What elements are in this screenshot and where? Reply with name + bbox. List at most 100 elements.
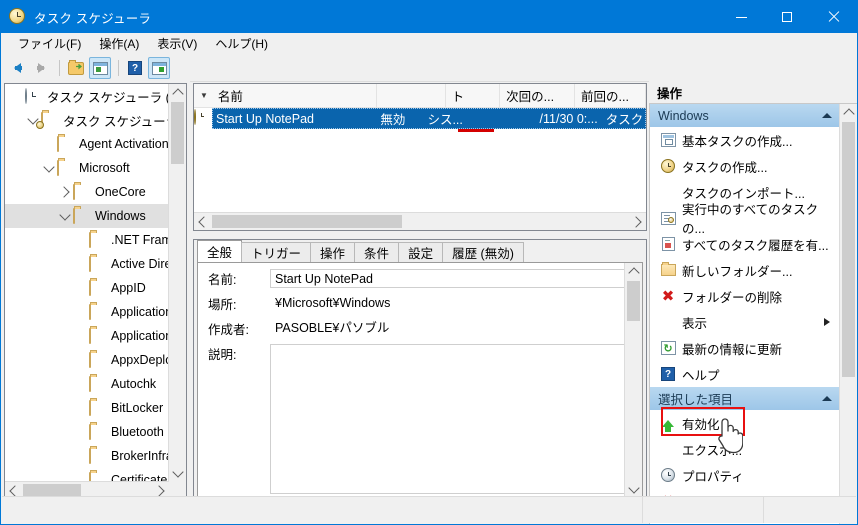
detail-scroll-up-icon[interactable] bbox=[625, 263, 642, 280]
folder-icon bbox=[89, 400, 106, 416]
action-item-0-5[interactable]: 新しいフォルダー... bbox=[650, 257, 840, 283]
tree-node-16[interactable]: CertificateSe bbox=[5, 468, 169, 482]
show-action-pane-button[interactable] bbox=[148, 57, 170, 79]
detail-tab-content: 名前: Start Up NotePad 場所: ¥Microsoft¥Windows… bbox=[197, 262, 643, 516]
tree-node-label: Agent Activation R bbox=[79, 137, 169, 151]
task-list-column-3[interactable]: 次回の... bbox=[500, 84, 576, 107]
field-value[interactable]: Start Up NotePad bbox=[270, 269, 625, 288]
action-item-0-1[interactable]: タスクの作成... bbox=[650, 153, 840, 179]
task-detail-pane: 全般 トリガー 操作 条件 設定 履歴 (無効) 名前: Start Up NotePad 場… bbox=[193, 239, 647, 520]
forward-button[interactable] bbox=[30, 57, 52, 79]
action-item-1-2[interactable]: プロパティ bbox=[650, 462, 840, 488]
menu-action[interactable]: 操作(A) bbox=[90, 33, 148, 55]
field-label: 名前: bbox=[208, 273, 237, 287]
action-item-label: 有効化 bbox=[682, 417, 720, 432]
menu-file[interactable]: ファイル(F) bbox=[9, 33, 90, 55]
minimize-button[interactable] bbox=[718, 1, 764, 33]
action-item-0-3[interactable]: 実行中のすべてのタスクの... bbox=[650, 203, 840, 236]
task-list-view[interactable]: ▼ 名前 ト 次回の... 前回の... Start Up NotePad 無効 シス...… bbox=[193, 83, 647, 231]
folder-icon bbox=[89, 256, 106, 272]
task-list-header[interactable]: ▼ 名前 ト 次回の... 前回の... bbox=[194, 84, 646, 108]
tree-node-15[interactable]: BrokerInfras bbox=[5, 444, 169, 468]
list-hscroll-thumb[interactable] bbox=[212, 215, 402, 228]
up-folder-button[interactable] bbox=[65, 57, 87, 79]
folder-icon bbox=[89, 280, 106, 296]
task-next-run-cell bbox=[472, 108, 539, 129]
chevron-down-icon[interactable] bbox=[41, 160, 57, 174]
list-scroll-right-icon[interactable] bbox=[629, 213, 646, 230]
show-console-tree-button[interactable] bbox=[89, 57, 111, 79]
tree-node-1[interactable]: タスク スケジューラ ライブラ bbox=[5, 108, 169, 132]
tree-node-5[interactable]: Windows bbox=[5, 204, 169, 228]
triangle-up-icon[interactable] bbox=[822, 396, 832, 401]
detail-vertical-scrollbar[interactable] bbox=[624, 263, 642, 498]
tree-node-4[interactable]: OneCore bbox=[5, 180, 169, 204]
actions-group-header-0[interactable]: Windows bbox=[650, 104, 840, 127]
tree-node-7[interactable]: Active Direc bbox=[5, 252, 169, 276]
tree-node-3[interactable]: Microsoft bbox=[5, 156, 169, 180]
tree-node-8[interactable]: AppID bbox=[5, 276, 169, 300]
status-underline-marker bbox=[458, 129, 494, 132]
back-button[interactable] bbox=[6, 57, 28, 79]
detail-tab-bar[interactable]: 全般 トリガー 操作 条件 設定 履歴 (無効) bbox=[194, 240, 646, 262]
actions-scroll-up-icon[interactable] bbox=[840, 104, 857, 121]
maximize-button[interactable] bbox=[764, 1, 810, 33]
task-list-column-1[interactable] bbox=[377, 84, 446, 107]
tab-4[interactable]: 設定 bbox=[398, 242, 444, 262]
tree-scroll-thumb[interactable] bbox=[171, 102, 184, 164]
action-item-1-0[interactable]: 有効化 bbox=[650, 410, 840, 436]
task-list-body[interactable]: Start Up NotePad 無効 シス... 1999/11/30 0:... タ… bbox=[194, 108, 646, 132]
task-list-column-0[interactable]: ▼ 名前 bbox=[194, 84, 377, 107]
action-item-0-9[interactable]: ? ヘルプ bbox=[650, 361, 840, 387]
list-scroll-left-icon[interactable] bbox=[194, 213, 211, 230]
chevron-right-icon[interactable] bbox=[57, 186, 73, 198]
menu-view[interactable]: 表示(V) bbox=[148, 33, 206, 55]
detail-scroll-thumb[interactable] bbox=[627, 281, 640, 321]
task-scheduler-window: タスク スケジューラ ファイル(F) 操作(A) 表示(V) ヘルプ(H) ? … bbox=[0, 0, 858, 525]
action-item-1-1[interactable]: エクスポ... bbox=[650, 436, 840, 462]
scroll-up-icon[interactable] bbox=[169, 84, 186, 101]
action-item-0-4[interactable]: すべてのタスク履歴を有... bbox=[650, 231, 840, 257]
tree-node-6[interactable]: .NET Framev bbox=[5, 228, 169, 252]
tab-0[interactable]: 全般 bbox=[197, 240, 243, 262]
task-clock-icon bbox=[194, 109, 196, 125]
tree-view[interactable]: タスク スケジューラ (ローカル) タスク スケジューラ ライブラ Agent Ac… bbox=[4, 83, 187, 500]
actions-vertical-scrollbar[interactable] bbox=[839, 104, 857, 524]
chevron-down-icon[interactable] bbox=[57, 208, 73, 222]
task-list-column-2[interactable]: ト bbox=[446, 84, 501, 107]
description-textarea[interactable] bbox=[270, 344, 625, 494]
tree-node-12[interactable]: Autochk bbox=[5, 372, 169, 396]
action-item-0-6[interactable]: ✖ フォルダーの削除 bbox=[650, 283, 840, 309]
actions-group-header-1[interactable]: 選択した項目 bbox=[650, 387, 840, 410]
tree-node-9[interactable]: Application bbox=[5, 300, 169, 324]
tab-2[interactable]: 操作 bbox=[310, 242, 356, 262]
toolbar-separator-2 bbox=[118, 60, 119, 76]
tab-1[interactable]: トリガー bbox=[241, 242, 312, 262]
close-button[interactable] bbox=[810, 1, 857, 33]
chevron-right-icon[interactable] bbox=[824, 318, 830, 326]
help-button[interactable]: ? bbox=[124, 57, 146, 79]
action-item-0-0[interactable]: 基本タスクの作成... bbox=[650, 127, 840, 153]
table-row[interactable]: Start Up NotePad 無効 シス... 1999/11/30 0:... タ… bbox=[194, 108, 646, 129]
action-item-0-7[interactable]: 表示 bbox=[650, 309, 840, 335]
tree-node-0[interactable]: タスク スケジューラ (ローカル) bbox=[5, 84, 169, 108]
tree-node-10[interactable]: Application bbox=[5, 324, 169, 348]
tree-node-11[interactable]: AppxDeploy bbox=[5, 348, 169, 372]
menu-help[interactable]: ヘルプ(H) bbox=[206, 33, 277, 55]
tree-node-14[interactable]: Bluetooth bbox=[5, 420, 169, 444]
triangle-up-icon[interactable] bbox=[822, 113, 832, 118]
tree-node-label: Active Direc bbox=[111, 257, 169, 271]
list-horizontal-scrollbar[interactable] bbox=[194, 212, 646, 230]
actions-scroll-thumb[interactable] bbox=[842, 122, 855, 377]
action-item-label: プロパティ bbox=[682, 469, 744, 484]
task-list-column-4[interactable]: 前回の... bbox=[575, 84, 646, 107]
tree-vertical-scrollbar[interactable] bbox=[168, 84, 186, 482]
tab-5[interactable]: 履歴 (無効) bbox=[442, 242, 524, 262]
folder-icon bbox=[73, 184, 90, 200]
scroll-down-icon[interactable] bbox=[169, 465, 186, 482]
tree-node-2[interactable]: Agent Activation R bbox=[5, 132, 169, 156]
tab-3[interactable]: 条件 bbox=[354, 242, 400, 262]
tree-node-13[interactable]: BitLocker bbox=[5, 396, 169, 420]
actions-group-name: Windows bbox=[658, 108, 709, 123]
action-item-0-8[interactable]: ↻ 最新の情報に更新 bbox=[650, 335, 840, 361]
